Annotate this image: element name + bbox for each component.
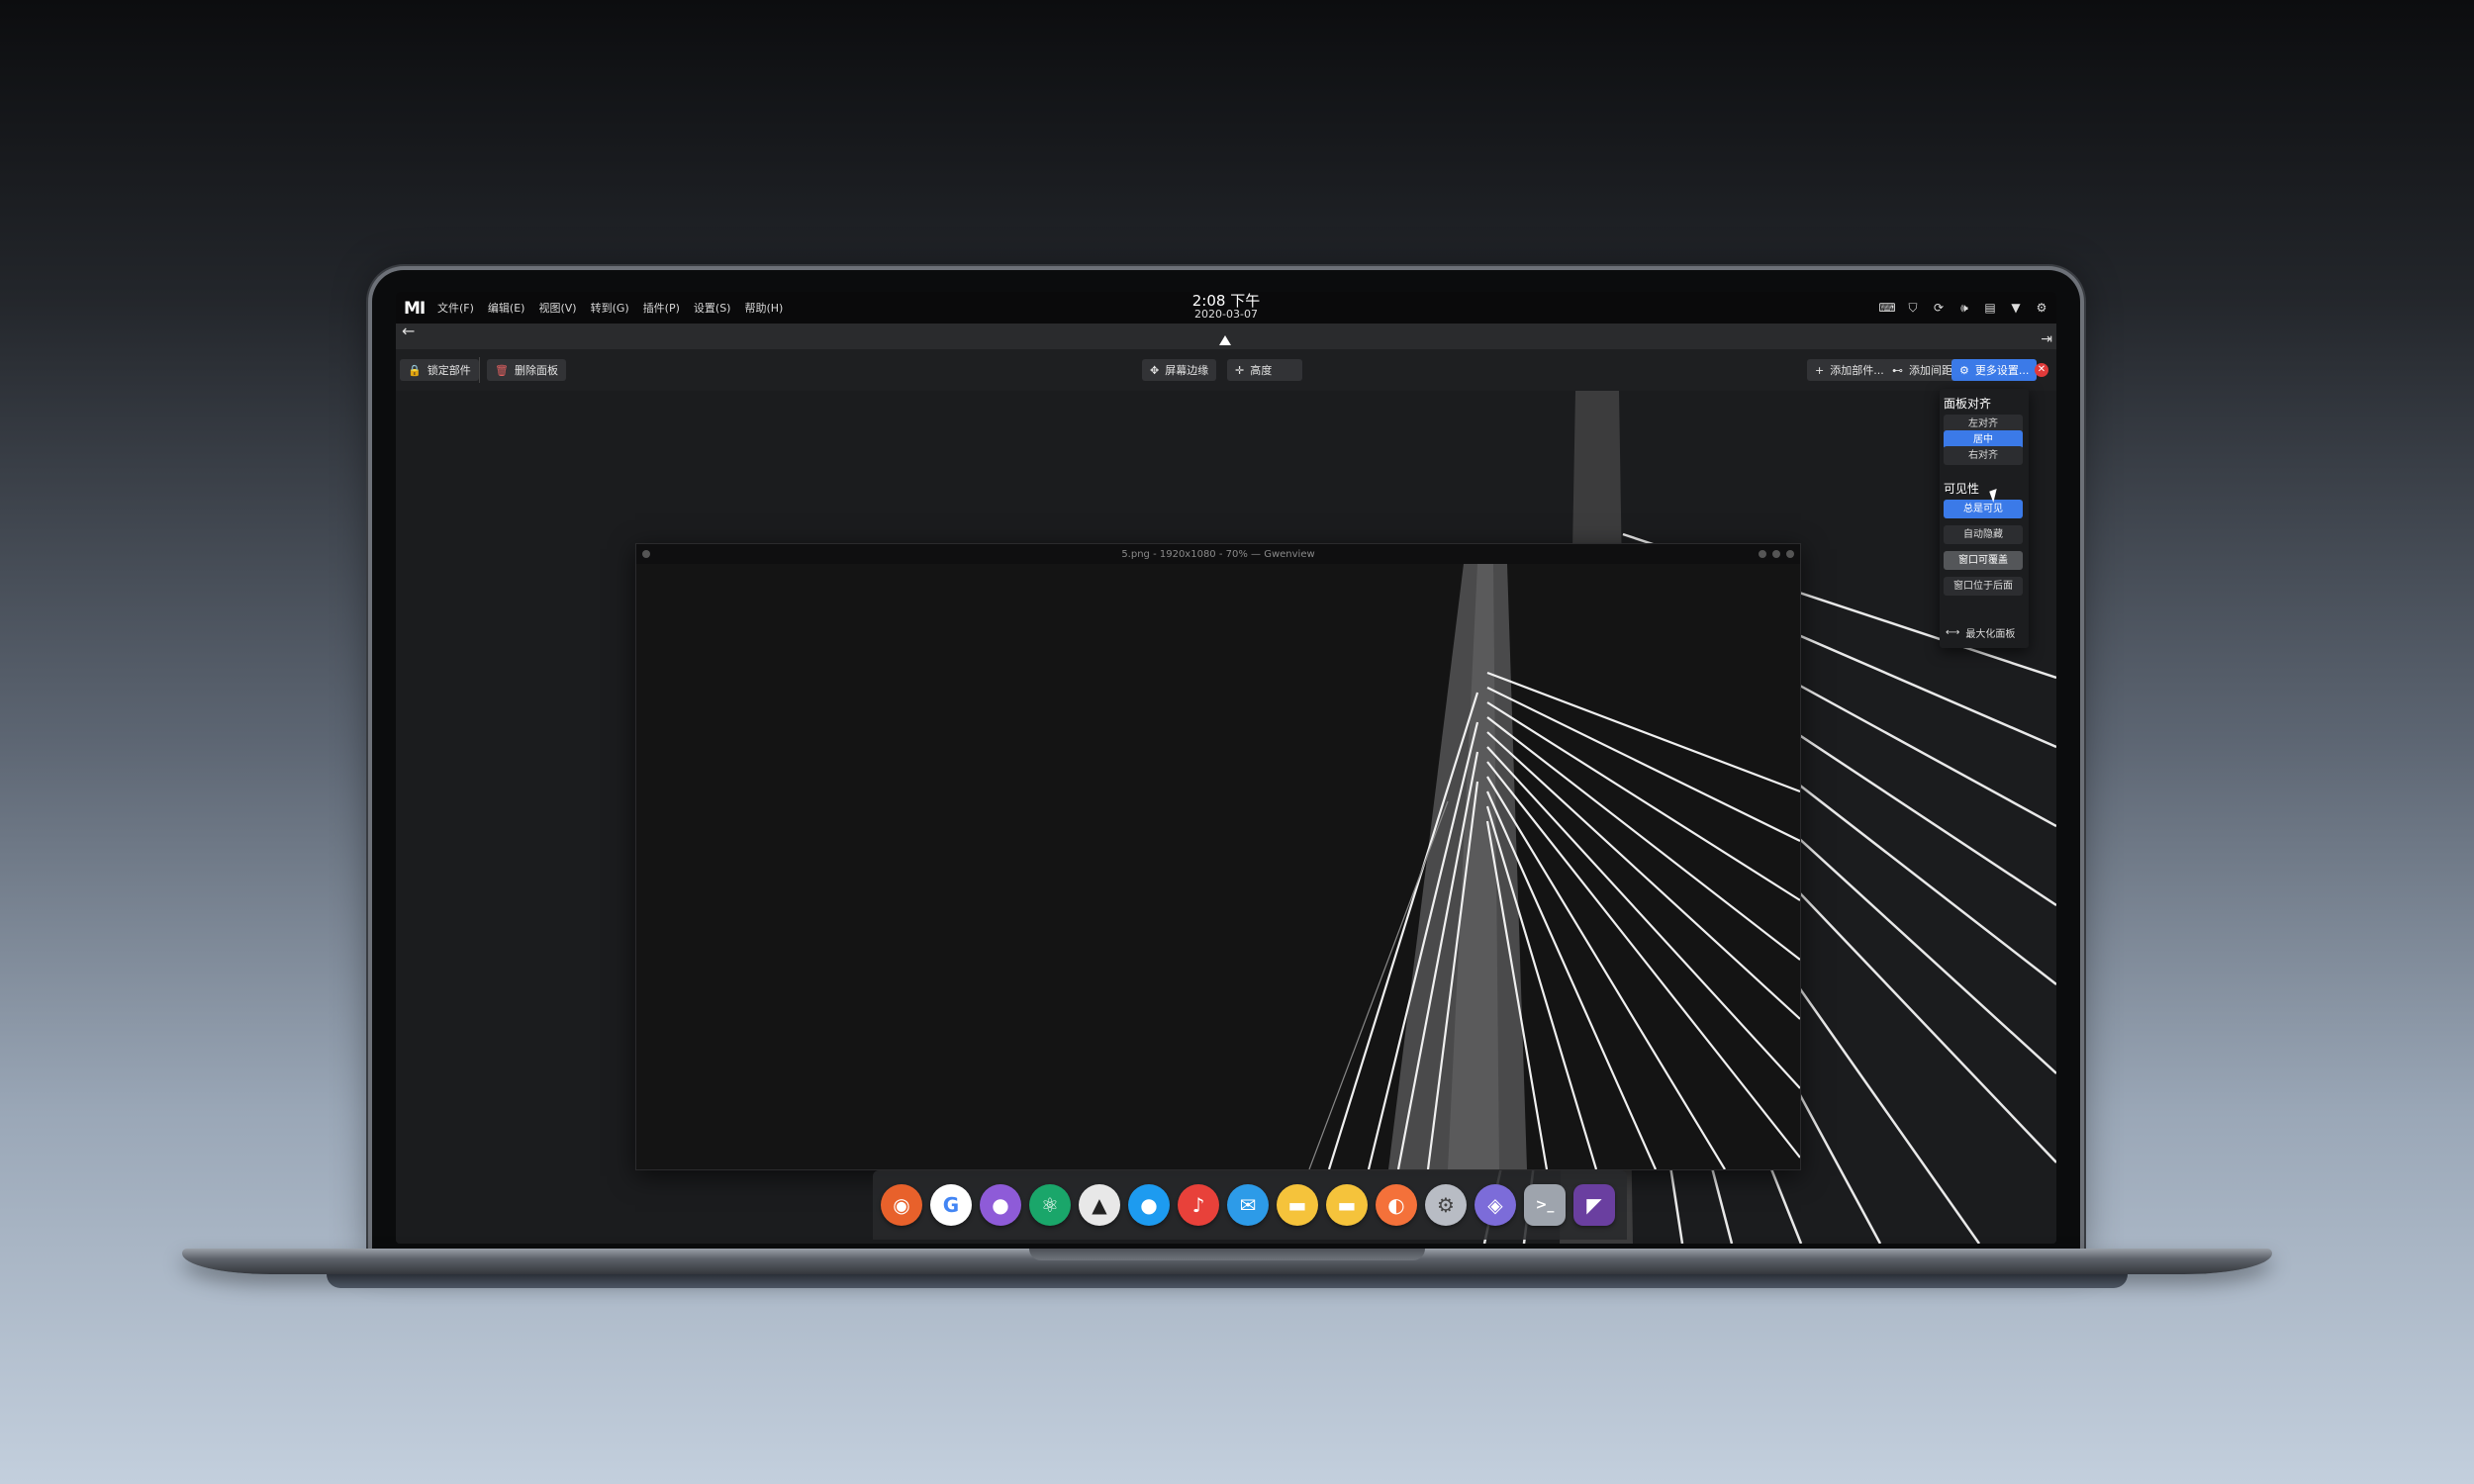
laptop-notch [1029,1249,1425,1260]
top-panel: MI 文件(F) 编辑(E) 视图(V) 转到(G) 插件(P) 设置(S) 帮… [396,292,2056,324]
maximize-icon[interactable] [1772,550,1780,558]
align-right-option[interactable]: 右对齐 [1944,446,2023,465]
more-settings-button[interactable]: ⚙ 更多设置... [1951,359,2038,381]
store-icon[interactable]: ◐ [1376,1184,1417,1226]
maximize-panel-button[interactable]: ⟷ 最大化面板 [1946,625,2015,640]
menu-view[interactable]: 视图(V) [538,300,576,316]
atom-icon[interactable]: ⚛ [1029,1184,1071,1226]
always-visible-option[interactable]: 总是可见 [1944,500,2023,518]
delete-panel-button[interactable]: 🗑 删除面板 [487,359,566,381]
gear-icon: ⚙ [1959,363,1969,377]
settings-icon[interactable]: ⚙ [2035,301,2048,315]
height-button[interactable]: ✛ 高度 [1227,359,1302,381]
panel-resize-handle[interactable] [1219,335,1231,345]
minimize-icon[interactable] [1759,550,1766,558]
mail-icon[interactable]: ✉ [1227,1184,1269,1226]
system-tray: ⌨ ⛉ ⟳ 🕪 ▤ ▼ ⚙ [1878,292,2048,324]
screen-edge-label: 屏幕边缘 [1165,364,1209,377]
windows-go-below-option[interactable]: 窗口位于后面 [1944,577,2023,596]
clipboard-icon[interactable]: ▤ [1983,301,1997,315]
music-icon[interactable]: ♪ [1178,1184,1219,1226]
lock-widgets-label: 锁定部件 [427,364,471,377]
shield-icon[interactable]: ⛉ [1906,301,1920,315]
folder-icon[interactable]: ▬ [1277,1184,1318,1226]
panel-edit-toolbar: 🔒 锁定部件 🗑 删除面板 ✥ 屏幕边缘 ✛ 高度 + 添加部件... ⊷ 添加… [396,349,2056,391]
menu-edit[interactable]: 编辑(E) [488,300,525,316]
alignment-header: 面板对齐 [1944,397,1992,411]
height-label: 高度 [1250,364,1273,377]
gwenview-window[interactable]: 5.png - 1920x1080 - 70% — Gwenview [635,543,1801,1170]
laptop-underside [327,1274,2128,1288]
firefox-icon[interactable]: ◉ [881,1184,922,1226]
delete-panel-label: 删除面板 [514,364,558,377]
window-titlebar[interactable]: 5.png - 1920x1080 - 70% — Gwenview [636,544,1800,564]
toolbar-divider [479,357,480,383]
browser-icon[interactable]: ◈ [1475,1184,1516,1226]
bridge-photo [636,564,1800,1169]
lock-icon: 🔒 [408,363,422,377]
panel-settings-menu: 面板对齐 左对齐 居中 右对齐 可见性 总是可见 自动隐藏 窗口可覆盖 窗口位于… [1940,389,2029,648]
qq-icon[interactable]: ● [1128,1184,1170,1226]
close-icon[interactable]: ✕ [2035,363,2048,377]
more-settings-label: 更多设置... [1974,364,2030,377]
visibility-header: 可见性 [1944,482,1980,496]
lock-widgets-button[interactable]: 🔒 锁定部件 [400,359,479,381]
move-icon: ✥ [1150,363,1160,377]
menu-file[interactable]: 文件(F) [437,300,474,316]
plus-icon: + [1815,363,1825,377]
trash-icon: 🗑 [495,363,509,377]
window-menu-icon[interactable] [642,550,650,558]
desktop-screen: MI 文件(F) 编辑(E) 视图(V) 转到(G) 插件(P) 设置(S) 帮… [396,292,2056,1244]
add-spacer-label: 添加间距 [1909,364,1952,377]
menu-plugins[interactable]: 插件(P) [643,300,680,316]
maximize-panel-label: 最大化面板 [1965,629,2016,640]
image-viewport[interactable] [636,564,1800,1169]
dropdown-icon[interactable]: ▼ [2009,301,2023,315]
resize-icon: ✛ [1235,363,1245,377]
window-close-icon[interactable] [1786,550,1794,558]
keyboard-icon[interactable]: ⌨ [1878,301,1895,315]
add-spacer-button[interactable]: ⊷ 添加间距 [1884,359,1960,381]
menu-bar: 文件(F) 编辑(E) 视图(V) 转到(G) 插件(P) 设置(S) 帮助(H… [437,300,783,316]
notes-icon[interactable]: ▬ [1326,1184,1368,1226]
desktop-wallpaper: 5.png - 1920x1080 - 70% — Gwenview ◉ G ●… [396,391,2056,1244]
laptop-base [182,1249,2272,1274]
windows-can-cover-option[interactable]: 窗口可覆盖 [1944,551,2023,570]
laptop-lid: MI 文件(F) 编辑(E) 视图(V) 转到(G) 插件(P) 设置(S) 帮… [372,270,2080,1260]
terminal-icon[interactable]: >_ [1524,1184,1566,1226]
google-chrome-icon[interactable]: G [930,1184,972,1226]
menu-go[interactable]: 转到(G) [591,300,629,316]
menu-help[interactable]: 帮助(H) [744,300,783,316]
add-widgets-button[interactable]: + 添加部件... [1807,359,1892,381]
auto-hide-option[interactable]: 自动隐藏 [1944,525,2023,544]
screen-edge-button[interactable]: ✥ 屏幕边缘 [1142,359,1217,381]
menu-settings[interactable]: 设置(S) [694,300,731,316]
spacer-icon: ⊷ [1892,363,1903,377]
window-title: 5.png - 1920x1080 - 70% — Gwenview [1121,548,1315,560]
mi-logo: MI [404,299,426,319]
sync-icon[interactable]: ⟳ [1932,301,1946,315]
add-widgets-label: 添加部件... [1830,364,1884,377]
dock: ◉ G ● ⚛ ▲ ● ♪ ✉ ▬ ▬ ◐ ⚙ ◈ >_ ◤ [873,1170,1627,1240]
exit-edit-icon[interactable]: ⇥ [2041,331,2052,347]
maximize-width-icon: ⟷ [1946,627,1960,638]
back-arrow-icon[interactable]: ← [402,322,415,340]
visual-studio-icon[interactable]: ◤ [1573,1184,1615,1226]
inkscape-icon[interactable]: ▲ [1079,1184,1120,1226]
system-settings-icon[interactable]: ⚙ [1425,1184,1467,1226]
volume-icon[interactable]: 🕪 [1957,301,1971,315]
github-icon[interactable]: ● [980,1184,1021,1226]
panel-edit-strip: ← ⇥ [396,322,2056,349]
